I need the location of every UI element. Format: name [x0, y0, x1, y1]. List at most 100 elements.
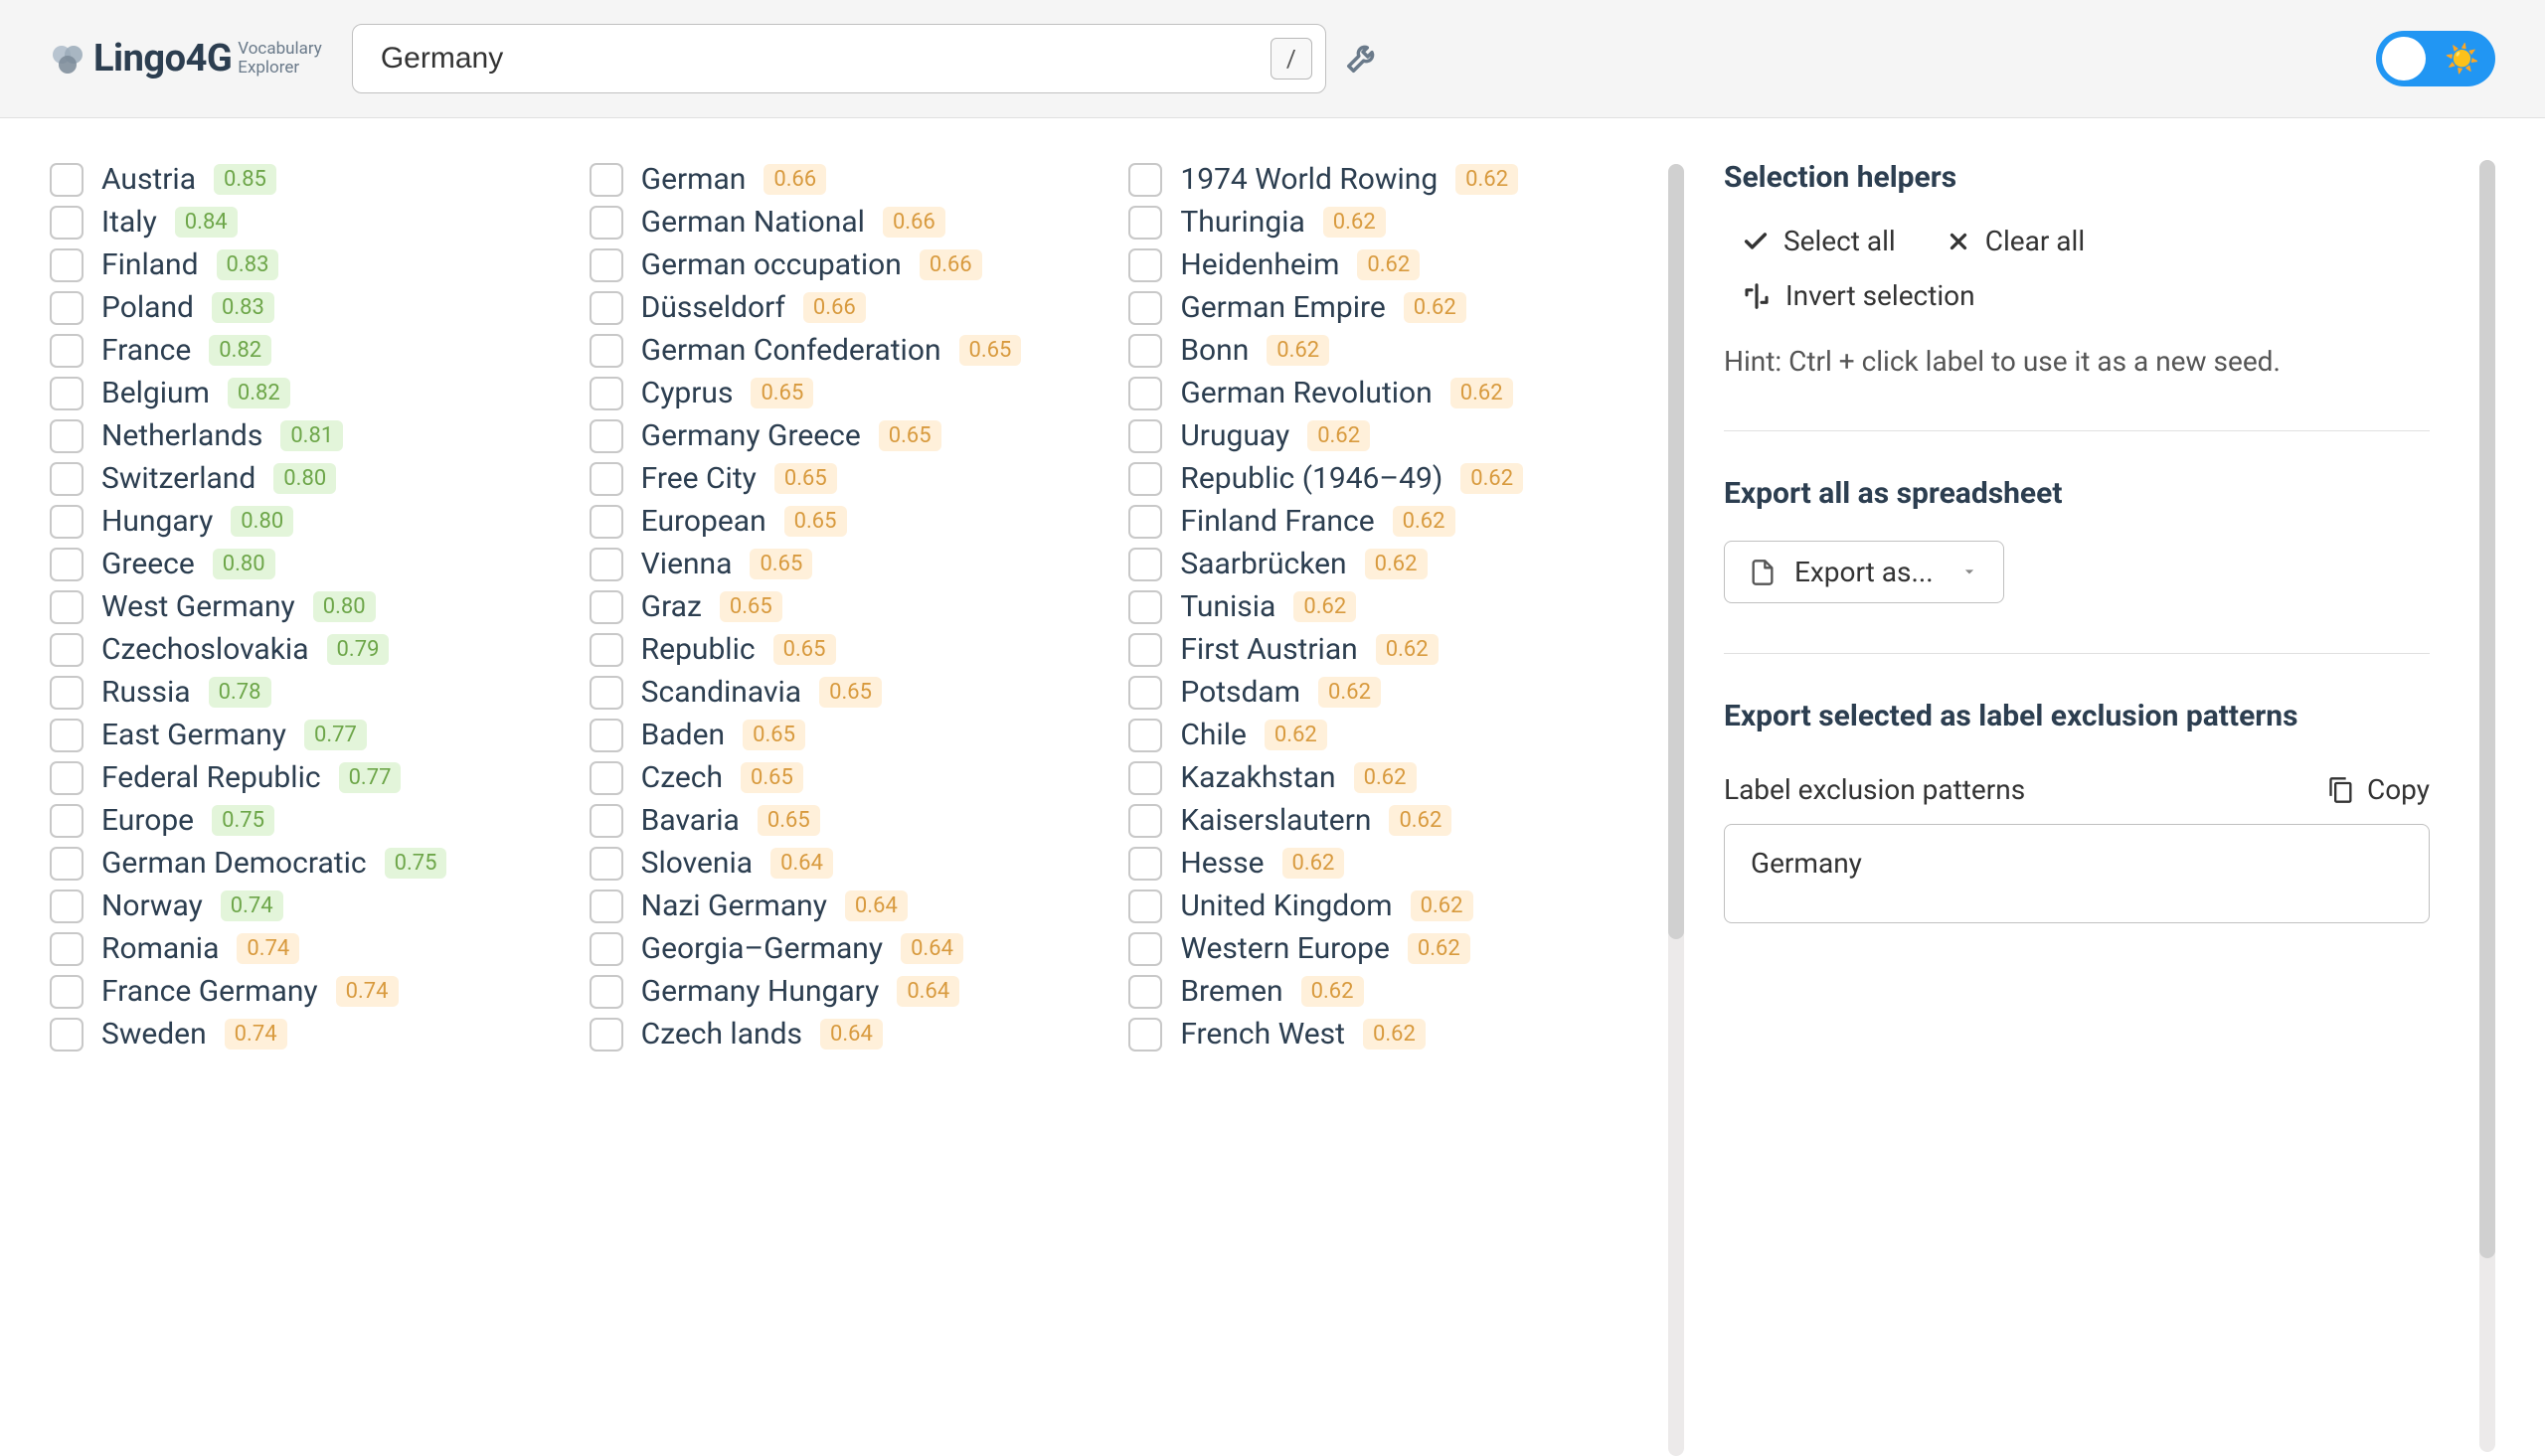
result-item[interactable]: German Democratic0.75 [50, 844, 550, 883]
result-label[interactable]: Europe [101, 803, 194, 838]
result-item[interactable]: United Kingdom0.62 [1128, 887, 1628, 925]
checkbox[interactable] [1128, 462, 1162, 496]
checkbox[interactable] [1128, 163, 1162, 197]
result-item[interactable]: Hungary0.80 [50, 502, 550, 541]
result-item[interactable]: Scandinavia0.65 [590, 673, 1090, 712]
result-label[interactable]: Scandinavia [641, 675, 801, 710]
result-label[interactable]: Hesse [1180, 846, 1264, 881]
result-label[interactable]: Potsdam [1180, 675, 1300, 710]
result-label[interactable]: Slovenia [641, 846, 753, 881]
checkbox[interactable] [1128, 932, 1162, 966]
checkbox[interactable] [1128, 334, 1162, 368]
checkbox[interactable] [590, 419, 623, 453]
result-item[interactable]: Europe0.75 [50, 801, 550, 840]
result-label[interactable]: Hungary [101, 504, 213, 539]
scrollbar-thumb[interactable] [2479, 160, 2495, 1258]
result-item[interactable]: German Revolution0.62 [1128, 374, 1628, 412]
checkbox[interactable] [1128, 975, 1162, 1009]
result-item[interactable]: France0.82 [50, 331, 550, 370]
result-item[interactable]: Free City0.65 [590, 459, 1090, 498]
result-label[interactable]: Saarbrücken [1180, 547, 1346, 581]
result-label[interactable]: Düsseldorf [641, 290, 785, 325]
result-item[interactable]: Tunisia0.62 [1128, 587, 1628, 626]
checkbox[interactable] [50, 419, 84, 453]
result-item[interactable]: West Germany0.80 [50, 587, 550, 626]
result-label[interactable]: Czech lands [641, 1017, 802, 1052]
result-label[interactable]: 1974 World Rowing [1180, 162, 1438, 197]
checkbox[interactable] [590, 975, 623, 1009]
result-label[interactable]: Kaiserslautern [1180, 803, 1371, 838]
result-label[interactable]: Italy [101, 205, 157, 240]
checkbox[interactable] [50, 377, 84, 410]
result-item[interactable]: First Austrian0.62 [1128, 630, 1628, 669]
copy-button[interactable]: Copy [2327, 773, 2430, 806]
result-label[interactable]: German Confederation [641, 333, 941, 368]
checkbox[interactable] [590, 590, 623, 624]
checkbox[interactable] [1128, 719, 1162, 752]
result-item[interactable]: Finland0.83 [50, 245, 550, 284]
checkbox[interactable] [50, 676, 84, 710]
result-label[interactable]: Baden [641, 718, 725, 752]
result-label[interactable]: Switzerland [101, 461, 255, 496]
checkbox[interactable] [50, 505, 84, 539]
result-label[interactable]: German Revolution [1180, 376, 1432, 410]
result-item[interactable]: Czechoslovakia0.79 [50, 630, 550, 669]
checkbox[interactable] [50, 847, 84, 881]
checkbox[interactable] [1128, 1018, 1162, 1052]
invert-selection-button[interactable]: Invert selection [1742, 279, 1975, 312]
result-label[interactable]: Romania [101, 931, 219, 966]
result-label[interactable]: Finland France [1180, 504, 1374, 539]
result-item[interactable]: Belgium0.82 [50, 374, 550, 412]
checkbox[interactable] [50, 975, 84, 1009]
result-label[interactable]: Sweden [101, 1017, 207, 1052]
result-item[interactable]: Chile0.62 [1128, 716, 1628, 754]
result-item[interactable]: Düsseldorf0.66 [590, 288, 1090, 327]
checkbox[interactable] [590, 676, 623, 710]
search-input[interactable] [352, 24, 1326, 93]
result-label[interactable]: German [641, 162, 747, 197]
result-label[interactable]: Tunisia [1180, 589, 1275, 624]
checkbox[interactable] [590, 890, 623, 923]
result-item[interactable]: Greece0.80 [50, 545, 550, 583]
result-item[interactable]: Vienna0.65 [590, 545, 1090, 583]
result-label[interactable]: Georgia–Germany [641, 931, 883, 966]
checkbox[interactable] [50, 633, 84, 667]
result-label[interactable]: French West [1180, 1017, 1345, 1052]
result-label[interactable]: East Germany [101, 718, 286, 752]
result-item[interactable]: German occupation0.66 [590, 245, 1090, 284]
checkbox[interactable] [1128, 761, 1162, 795]
result-item[interactable]: Netherlands0.81 [50, 416, 550, 455]
result-item[interactable]: Bonn0.62 [1128, 331, 1628, 370]
result-label[interactable]: Czechoslovakia [101, 632, 309, 667]
checkbox[interactable] [1128, 590, 1162, 624]
checkbox[interactable] [590, 334, 623, 368]
theme-toggle[interactable]: ☀️ [2376, 31, 2495, 86]
checkbox[interactable] [590, 1018, 623, 1052]
checkbox[interactable] [1128, 548, 1162, 581]
sidebar-scrollbar[interactable] [2479, 160, 2495, 1452]
result-label[interactable]: France Germany [101, 974, 318, 1009]
result-item[interactable]: France Germany0.74 [50, 972, 550, 1011]
result-item[interactable]: Western Europe0.62 [1128, 929, 1628, 968]
result-label[interactable]: Republic [641, 632, 756, 667]
checkbox[interactable] [1128, 676, 1162, 710]
result-item[interactable]: Saarbrücken0.62 [1128, 545, 1628, 583]
result-label[interactable]: Thuringia [1180, 205, 1304, 240]
checkbox[interactable] [1128, 633, 1162, 667]
checkbox[interactable] [50, 761, 84, 795]
result-label[interactable]: Netherlands [101, 418, 262, 453]
result-item[interactable]: Switzerland0.80 [50, 459, 550, 498]
result-item[interactable]: Baden0.65 [590, 716, 1090, 754]
checkbox[interactable] [1128, 248, 1162, 282]
result-item[interactable]: Federal Republic0.77 [50, 758, 550, 797]
result-item[interactable]: Graz0.65 [590, 587, 1090, 626]
result-label[interactable]: Finland [101, 247, 199, 282]
result-item[interactable]: Russia0.78 [50, 673, 550, 712]
result-item[interactable]: Kazakhstan0.62 [1128, 758, 1628, 797]
checkbox[interactable] [50, 462, 84, 496]
result-label[interactable]: Cyprus [641, 376, 734, 410]
checkbox[interactable] [590, 804, 623, 838]
result-item[interactable]: Potsdam0.62 [1128, 673, 1628, 712]
result-label[interactable]: German Democratic [101, 846, 367, 881]
result-label[interactable]: German Empire [1180, 290, 1385, 325]
